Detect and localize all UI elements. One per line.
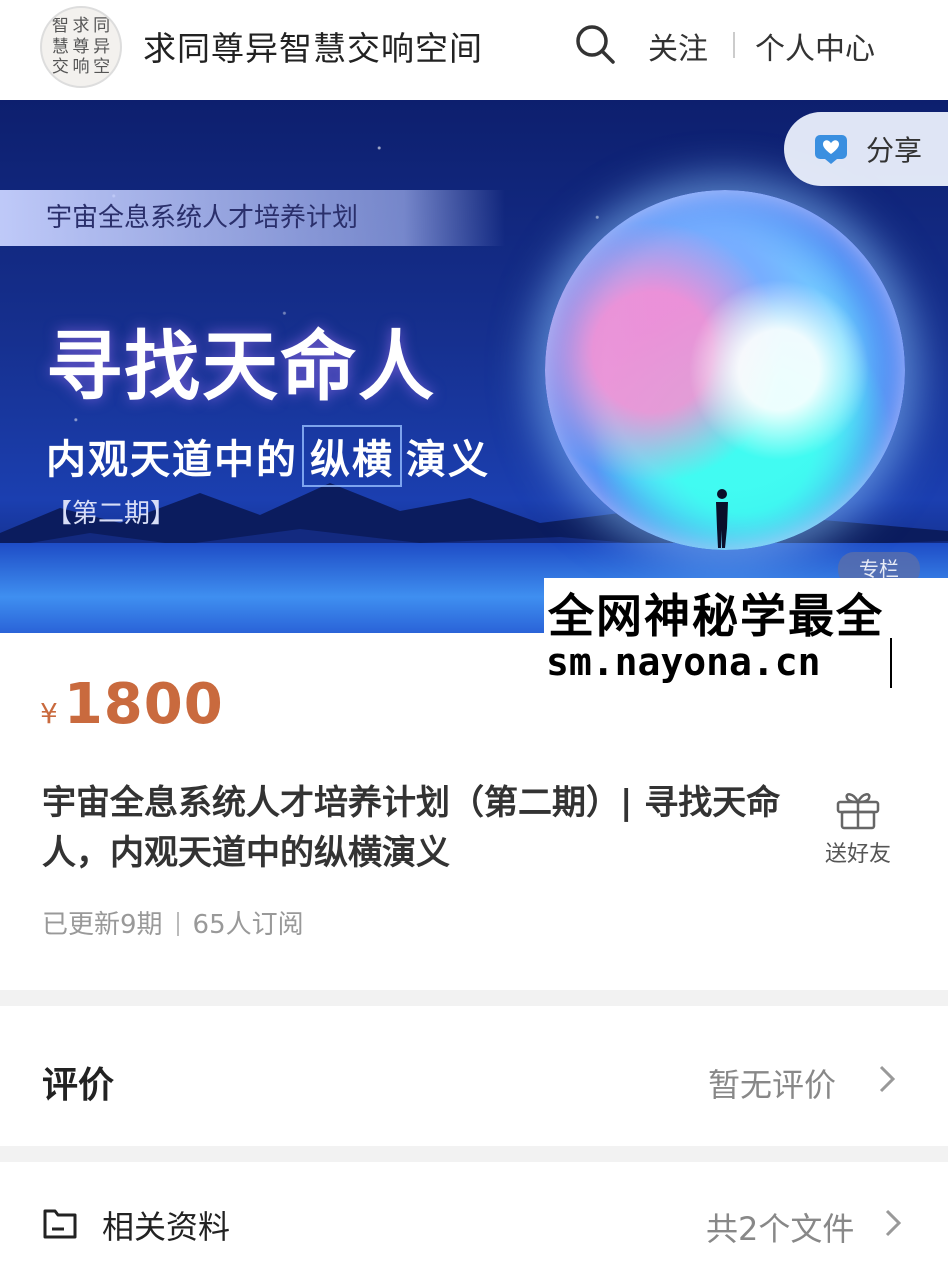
reviews-title: 评价 bbox=[42, 1065, 115, 1106]
logo-char: 同 bbox=[93, 16, 111, 36]
search-icon[interactable] bbox=[573, 22, 617, 66]
send-to-friend-button[interactable]: 送好友 bbox=[814, 788, 902, 874]
standing-figure-icon bbox=[716, 489, 728, 548]
banner-program-tag: 宇宙全息系统人才培养计划 bbox=[0, 190, 505, 246]
profile-center-button[interactable]: 个人中心 bbox=[755, 24, 875, 68]
section-gap bbox=[0, 990, 948, 1006]
related-materials-title: 相关资料 bbox=[102, 1208, 231, 1246]
price: ¥1800 bbox=[40, 672, 224, 737]
price-currency: ¥ bbox=[40, 697, 58, 730]
send-to-friend-label: 送好友 bbox=[824, 842, 891, 867]
meta-divider bbox=[176, 912, 179, 936]
share-button[interactable]: 分享 bbox=[784, 112, 948, 186]
follow-button[interactable]: 关注 bbox=[648, 24, 708, 68]
banner-headline: 寻找天命人 bbox=[46, 322, 436, 411]
site-logo[interactable]: 智 求 同 慧 尊 异 交 响 空 bbox=[40, 6, 122, 88]
file-count: 共2个文件 bbox=[706, 1210, 855, 1248]
document-icon bbox=[43, 1209, 77, 1239]
banner-issue: 【第二期】 bbox=[46, 499, 177, 529]
header-divider bbox=[733, 32, 735, 58]
logo-char: 慧 bbox=[51, 36, 69, 57]
chevron-right-icon bbox=[879, 1065, 896, 1093]
logo-char: 求 bbox=[72, 16, 90, 36]
subscriber-count: 65人订阅 bbox=[192, 910, 304, 940]
heart-chat-icon bbox=[815, 135, 847, 164]
price-value: 1800 bbox=[63, 672, 224, 737]
reviews-row[interactable]: 评价 暂无评价 bbox=[0, 1006, 948, 1146]
logo-char: 异 bbox=[93, 36, 111, 57]
banner-subtitle-prefix: 内观天道中的 bbox=[46, 437, 298, 483]
course-banner: 宇宙全息系统人才培养计划 寻找天命人 内观天道中的 纵横 演义 【第二期】 分享 专… bbox=[0, 100, 948, 633]
logo-char: 尊 bbox=[72, 36, 90, 57]
text-cursor bbox=[890, 638, 892, 688]
top-header: 智 求 同 慧 尊 异 交 响 空 求同尊异智慧交响空间 关注 个人中心 bbox=[0, 0, 948, 100]
logo-char: 响 bbox=[72, 57, 90, 78]
gift-icon bbox=[836, 793, 880, 830]
banner-subtitle-suffix: 演义 bbox=[406, 437, 490, 483]
logo-char: 交 bbox=[51, 57, 69, 78]
site-title: 求同尊异智慧交响空间 bbox=[143, 29, 483, 68]
update-count: 已更新9期 bbox=[42, 910, 163, 940]
related-materials-row[interactable]: 相关资料 共2个文件 bbox=[0, 1162, 948, 1280]
reviews-status: 暂无评价 bbox=[708, 1066, 837, 1104]
share-label: 分享 bbox=[866, 134, 923, 167]
section-gap bbox=[0, 1146, 948, 1162]
course-title: 宇宙全息系统人才培养计划（第二期）| 寻找天命人，内观天道中的纵横演义 bbox=[42, 783, 781, 873]
watermark-overlay: 全网神秘学最全 sm.nayona.cn bbox=[544, 578, 948, 690]
banner-subtitle: 内观天道中的 纵横 演义 bbox=[46, 425, 490, 487]
chevron-right-icon bbox=[885, 1209, 902, 1237]
logo-seal-text: 智 求 同 慧 尊 异 交 响 空 bbox=[50, 16, 112, 78]
logo-char: 智 bbox=[51, 16, 69, 36]
logo-char: 空 bbox=[93, 57, 111, 78]
watermark-text: 全网神秘学最全 bbox=[548, 589, 884, 643]
watermark-url: sm.nayona.cn bbox=[546, 640, 821, 684]
course-meta: 已更新9期 65人订阅 bbox=[42, 904, 304, 941]
banner-subtitle-highlight: 纵横 bbox=[302, 425, 402, 487]
